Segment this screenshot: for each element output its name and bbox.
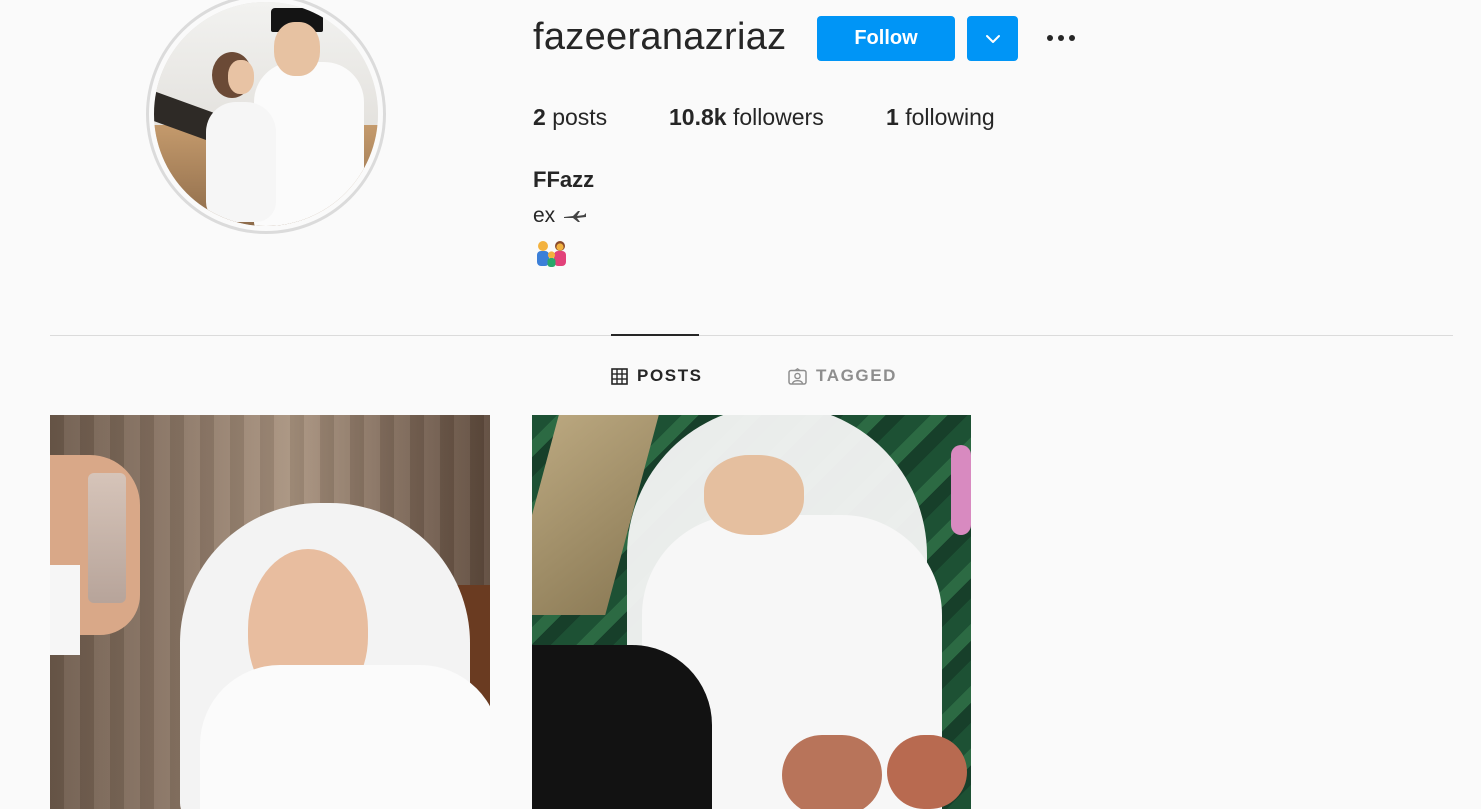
following-stat[interactable]: 1 following — [886, 104, 995, 131]
post-thumbnail-1[interactable] — [50, 415, 490, 809]
chevron-down-icon — [985, 34, 1000, 43]
tagged-icon — [788, 367, 807, 385]
tab-tagged-label: TAGGED — [816, 366, 898, 385]
avatar — [154, 2, 378, 226]
family-icon — [534, 238, 570, 268]
bio-line: ex — [533, 204, 587, 228]
posts-stat: 2 posts — [533, 104, 607, 131]
tabs-divider — [50, 335, 1453, 336]
suggested-accounts-button[interactable] — [967, 16, 1018, 61]
tab-posts[interactable]: POSTS — [611, 364, 703, 388]
post-thumbnail-2[interactable] — [532, 415, 971, 809]
options-button[interactable] — [1040, 24, 1082, 52]
following-label: following — [905, 104, 995, 130]
follow-button[interactable]: Follow — [817, 16, 955, 61]
following-count: 1 — [886, 104, 899, 130]
tab-posts-label: POSTS — [637, 366, 703, 385]
full-name: FFazz — [533, 167, 595, 192]
profile-avatar-ring[interactable] — [146, 0, 386, 234]
posts-label: posts — [552, 104, 608, 130]
bio-text: ex — [533, 204, 556, 227]
followers-stat[interactable]: 10.8k followers — [669, 104, 824, 131]
followers-label: followers — [732, 104, 824, 130]
active-tab-indicator — [611, 334, 699, 336]
airplane-icon — [564, 211, 587, 222]
grid-icon — [611, 367, 628, 385]
more-options-icon — [1047, 35, 1053, 41]
posts-count: 2 — [533, 104, 546, 130]
tab-tagged[interactable]: TAGGED — [788, 364, 897, 388]
followers-count: 10.8k — [669, 104, 727, 130]
username: fazeeranazriaz — [533, 16, 787, 58]
